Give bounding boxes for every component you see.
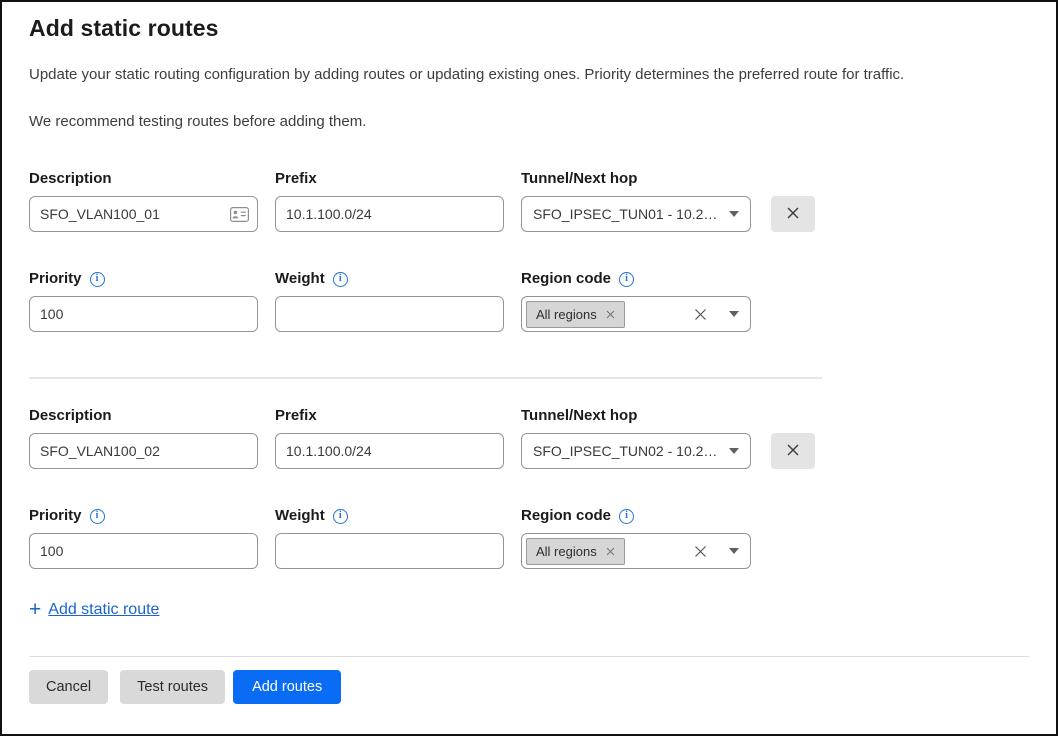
description-input[interactable] — [29, 433, 258, 469]
chip-remove-icon[interactable] — [606, 310, 615, 319]
info-icon[interactable]: i — [619, 272, 634, 287]
footer-actions: Cancel Test routes Add routes — [29, 670, 1029, 704]
weight-input[interactable] — [275, 533, 504, 569]
prefix-label: Prefix — [275, 170, 504, 187]
delete-route-button[interactable] — [771, 196, 815, 232]
chevron-down-icon — [729, 311, 739, 317]
tunnel-label: Tunnel/Next hop — [521, 407, 751, 424]
priority-label: Priority — [29, 507, 82, 524]
region-chip-label: All regions — [536, 307, 597, 322]
description-label: Description — [29, 170, 258, 187]
region-chip: All regions — [526, 538, 625, 565]
tunnel-select[interactable]: SFO_IPSEC_TUN02 - 10.25... — [521, 433, 751, 469]
info-icon[interactable]: i — [90, 272, 105, 287]
priority-input[interactable] — [29, 296, 258, 332]
delete-route-icon — [785, 205, 801, 224]
clear-icon[interactable] — [694, 308, 707, 321]
region-code-label: Region code — [521, 270, 611, 287]
info-icon[interactable]: i — [333, 509, 348, 524]
route-divider — [29, 377, 822, 379]
contact-card-icon — [230, 207, 249, 227]
test-routes-button[interactable]: Test routes — [120, 670, 225, 704]
tunnel-label: Tunnel/Next hop — [521, 170, 751, 187]
info-icon[interactable]: i — [333, 272, 348, 287]
chip-remove-icon[interactable] — [606, 547, 615, 556]
chevron-down-icon — [729, 448, 739, 454]
tunnel-select-value: SFO_IPSEC_TUN01 - 10.25... — [533, 206, 721, 222]
description-text-2: We recommend testing routes before addin… — [29, 113, 1029, 130]
chevron-down-icon — [729, 548, 739, 554]
route-block-1: Description — [29, 170, 1029, 332]
add-static-route-link[interactable]: Add static route — [48, 601, 159, 619]
add-routes-button[interactable]: Add routes — [233, 670, 341, 704]
info-icon[interactable]: i — [90, 509, 105, 524]
region-chip-label: All regions — [536, 544, 597, 559]
prefix-input[interactable] — [275, 433, 504, 469]
info-icon[interactable]: i — [619, 509, 634, 524]
description-text-1: Update your static routing configuration… — [29, 66, 1029, 83]
tunnel-select-value: SFO_IPSEC_TUN02 - 10.25... — [533, 443, 721, 459]
weight-input[interactable] — [275, 296, 504, 332]
plus-icon: + — [29, 599, 41, 620]
clear-icon[interactable] — [694, 545, 707, 558]
footer-divider — [29, 656, 1029, 657]
description-input[interactable] — [29, 196, 258, 232]
weight-label: Weight — [275, 507, 325, 524]
priority-input[interactable] — [29, 533, 258, 569]
prefix-input[interactable] — [275, 196, 504, 232]
delete-route-button[interactable] — [771, 433, 815, 469]
region-chip: All regions — [526, 301, 625, 328]
cancel-button[interactable]: Cancel — [29, 670, 108, 704]
route-block-2: Description Prefix Tunnel/Next hop SFO_I… — [29, 407, 1029, 569]
tunnel-select[interactable]: SFO_IPSEC_TUN01 - 10.25... — [521, 196, 751, 232]
priority-label: Priority — [29, 270, 82, 287]
description-label: Description — [29, 407, 258, 424]
weight-label: Weight — [275, 270, 325, 287]
region-code-label: Region code — [521, 507, 611, 524]
region-code-select[interactable]: All regions — [521, 296, 751, 332]
delete-route-icon — [785, 442, 801, 461]
page-title: Add static routes — [29, 15, 1029, 42]
prefix-label: Prefix — [275, 407, 504, 424]
add-static-routes-dialog: Add static routes Update your static rou… — [0, 0, 1058, 736]
chevron-down-icon — [729, 211, 739, 217]
region-code-select[interactable]: All regions — [521, 533, 751, 569]
